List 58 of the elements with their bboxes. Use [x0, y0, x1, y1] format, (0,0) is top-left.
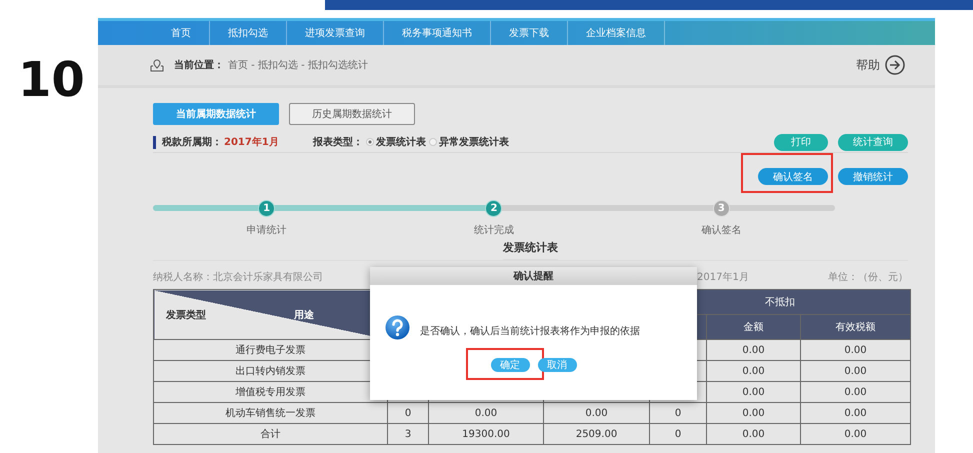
radio-button[interactable] — [366, 138, 374, 146]
step-label: 申请统计 — [246, 224, 287, 237]
table-cell: 3 — [388, 424, 428, 444]
step-number: 1 — [258, 200, 276, 217]
radio-button[interactable] — [428, 138, 437, 146]
dialog-title: 确认提醒 — [370, 267, 697, 285]
table-cell: 0.00 — [706, 360, 801, 382]
arrow-right-circle-icon — [885, 55, 905, 75]
step-number: 2 — [485, 200, 502, 217]
table-cell: 0 — [650, 424, 707, 444]
header-cell: 金额 — [706, 314, 801, 340]
row-header-label: 发票类型 — [166, 308, 206, 322]
table-cell: 0.00 — [800, 360, 911, 382]
table-cell: 0.00 — [544, 402, 650, 424]
step-number: 3 — [712, 200, 730, 217]
header-cell: 有效税额 — [800, 314, 911, 340]
tab[interactable]: 历史属期数据统计 — [289, 103, 415, 125]
table-cell: 0.00 — [706, 424, 801, 444]
step-label: 统计完成 — [474, 224, 514, 237]
breadcrumb-path[interactable]: 首页 - 抵扣勾选 - 抵扣勾选统计 — [228, 58, 368, 72]
report-period: 2017年1月 — [697, 271, 749, 284]
breadcrumb-label: 当前位置： — [174, 58, 224, 72]
table-cell: 0.00 — [800, 402, 911, 424]
table-cell: 0.00 — [428, 402, 544, 424]
tab[interactable]: 当前属期数据统计 — [153, 103, 279, 125]
table-cell: 0.00 — [706, 382, 801, 402]
question-icon — [385, 315, 410, 340]
table-cell: 0.00 — [706, 402, 801, 424]
table-cell: 0.00 — [800, 424, 911, 444]
period-label: 税款所属期： — [162, 136, 222, 149]
report-type-label: 报表类型： — [312, 136, 363, 149]
confirm-sign-button[interactable]: 确认签名 — [758, 168, 828, 185]
cancel-button[interactable]: 取消 — [538, 358, 576, 372]
table-cell: 2509.00 — [544, 424, 650, 444]
taxpayer-name: 纳税人名称：北京会计乐家具有限公司 — [153, 270, 323, 284]
table-cell: 19300.00 — [428, 424, 544, 444]
column-header-label: 用途 — [294, 308, 314, 322]
radio-label[interactable]: 异常发票统计表 — [438, 135, 509, 149]
query-button[interactable]: 统计查询 — [838, 134, 908, 150]
table-cell: 0.00 — [800, 382, 911, 402]
unit-label: 单位：（份、元） — [828, 270, 908, 284]
location-pin-icon — [150, 58, 164, 72]
table-cell: 0.00 — [706, 340, 801, 360]
ok-button[interactable]: 确定 — [490, 358, 530, 372]
table-cell: 合计 — [154, 424, 388, 444]
table-cell: 0.00 — [800, 340, 911, 360]
revoke-button[interactable]: 撤销统计 — [838, 168, 908, 185]
print-button[interactable]: 打印 — [774, 134, 828, 150]
period-value: 2017年1月 — [224, 136, 279, 149]
table-cell: 机动车销售统一发票 — [154, 402, 388, 424]
step-label: 确认签名 — [701, 224, 742, 237]
radio-label[interactable]: 发票统计表 — [376, 135, 426, 149]
table-cell: 0 — [650, 402, 707, 424]
dialog-message: 是否确认，确认后当前统计报表将作为申报的依据 — [420, 324, 640, 339]
table-cell: 0 — [388, 402, 428, 424]
help-link[interactable]: 帮助 — [856, 55, 905, 75]
section-marker — [153, 136, 156, 148]
slide-number: 10 — [18, 56, 85, 104]
